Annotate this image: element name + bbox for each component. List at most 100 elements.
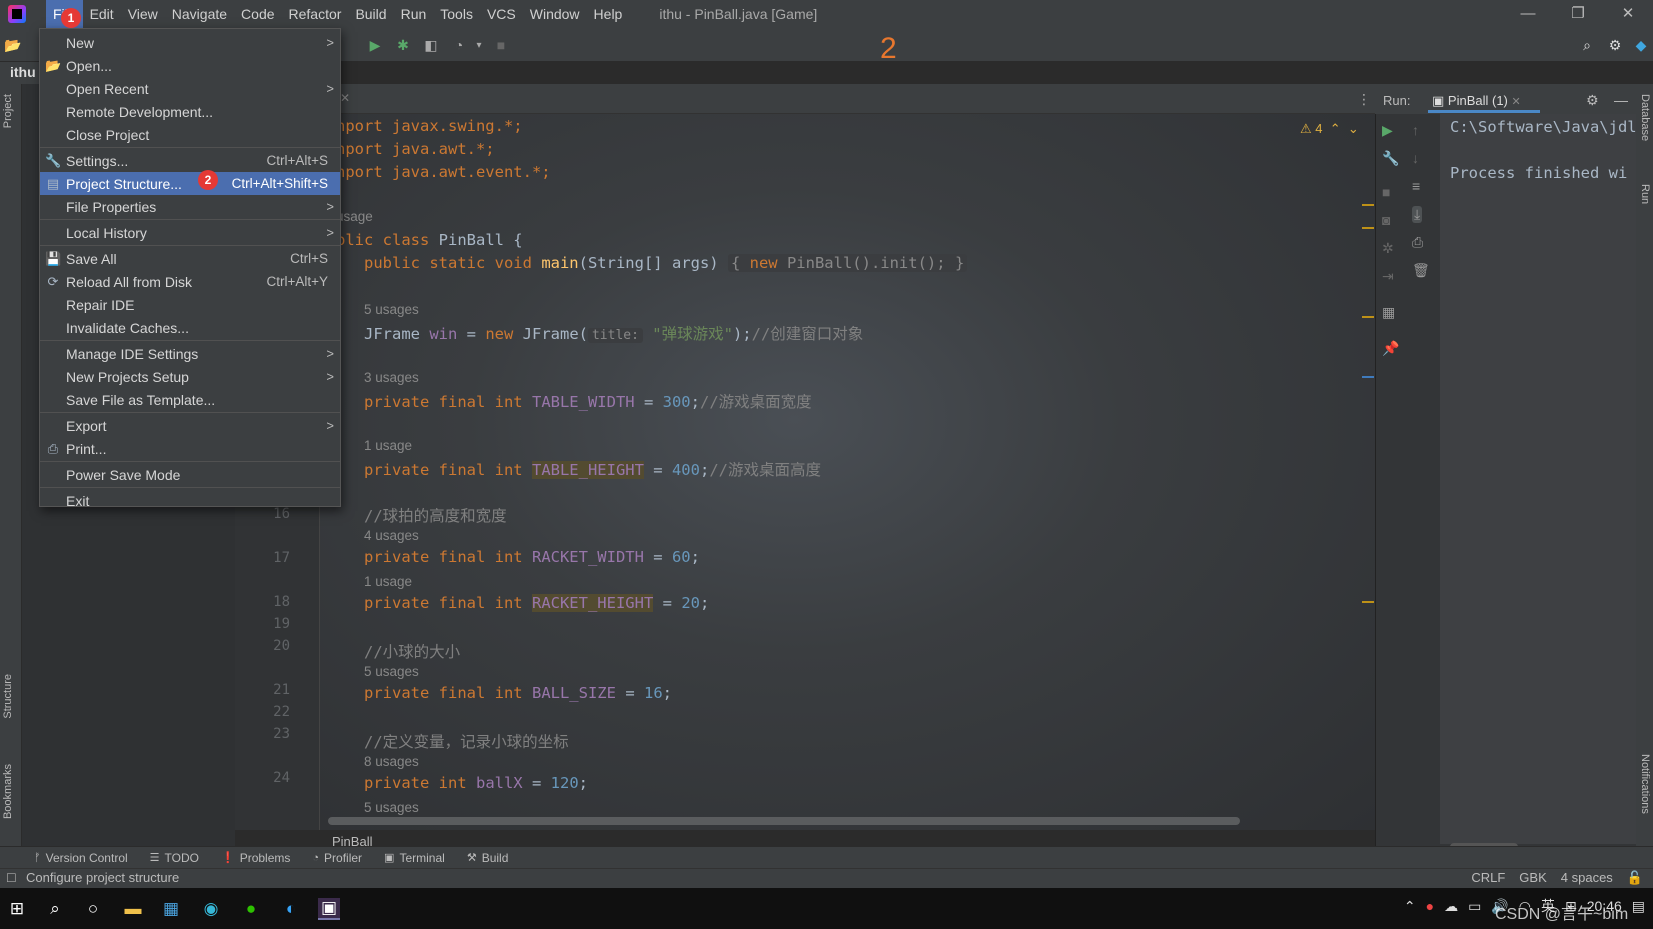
menu-item-new-projects-setup[interactable]: New Projects Setup > bbox=[40, 365, 340, 388]
usage-hint[interactable]: 5 usages bbox=[364, 302, 419, 317]
print-console-icon[interactable]: ⎙ bbox=[1412, 234, 1423, 251]
usage-hint[interactable]: 1 usage bbox=[364, 574, 412, 589]
scroll-up-icon[interactable]: ↑ bbox=[1412, 122, 1419, 138]
usage-hint[interactable]: 5 usages bbox=[364, 664, 419, 679]
notification-center-icon[interactable]: ▤ bbox=[1632, 898, 1645, 915]
windows-start-icon[interactable]: ⊞ bbox=[6, 898, 28, 920]
menu-item-export[interactable]: Export > bbox=[40, 414, 340, 437]
store-icon[interactable]: ▦ bbox=[160, 898, 182, 920]
tool-tab-database[interactable]: Database bbox=[1639, 94, 1651, 141]
search-everywhere-icon[interactable]: ⌕ bbox=[1578, 36, 1596, 54]
menu-item-save-all[interactable]: 💾 Save All Ctrl+S bbox=[40, 247, 340, 270]
usage-hint[interactable]: 4 usages bbox=[364, 528, 419, 543]
menu-item-reload-all[interactable]: ⟳ Reload All from Disk Ctrl+Alt+Y bbox=[40, 270, 340, 293]
scroll-down-icon[interactable]: ↓ bbox=[1412, 150, 1419, 166]
tray-app-icon[interactable]: ● bbox=[1426, 898, 1434, 914]
soft-wrap-icon[interactable]: ≡ bbox=[1412, 178, 1420, 194]
menu-item-new[interactable]: New > bbox=[40, 31, 340, 54]
run-hide-icon[interactable]: — bbox=[1614, 92, 1628, 108]
clear-all-trash-icon[interactable]: 🗑 bbox=[1412, 262, 1430, 279]
warning-stripe[interactable] bbox=[1362, 316, 1374, 318]
debug-icon[interactable]: ✱ bbox=[394, 36, 412, 54]
menu-run[interactable]: Run bbox=[394, 0, 434, 28]
usage-hint[interactable]: 3 usages bbox=[364, 370, 419, 385]
status-toggle-icon[interactable]: ☐ bbox=[6, 871, 17, 885]
project-name[interactable]: ithu bbox=[10, 64, 36, 80]
open-folder-icon[interactable]: 📂 bbox=[4, 36, 22, 54]
info-stripe[interactable] bbox=[1362, 376, 1374, 378]
menu-item-local-history[interactable]: Local History > bbox=[40, 221, 340, 244]
menu-code[interactable]: Code bbox=[234, 0, 281, 28]
readonly-lock-icon[interactable]: 🔓 bbox=[1627, 870, 1643, 886]
intellij-logo-icon[interactable] bbox=[8, 5, 26, 23]
exit-icon[interactable]: ⇥ bbox=[1382, 268, 1394, 285]
more-run-chevron-icon[interactable]: ▾ bbox=[470, 36, 488, 54]
tool-tab-problems[interactable]: ❗ Problems bbox=[221, 851, 290, 865]
edit-config-wrench-icon[interactable]: 🔧 bbox=[1382, 150, 1399, 167]
menu-item-open-recent[interactable]: Open Recent > bbox=[40, 77, 340, 100]
menu-item-open[interactable]: 📂 Open... bbox=[40, 54, 340, 77]
tool-tab-structure[interactable]: Structure bbox=[2, 674, 14, 719]
tool-tab-terminal[interactable]: ▣ Terminal bbox=[384, 851, 445, 865]
scroll-to-end-icon[interactable]: ⤓ bbox=[1412, 206, 1423, 223]
wechat-icon[interactable]: ● bbox=[240, 898, 262, 920]
debug-stack-icon[interactable]: ✲ bbox=[1382, 240, 1394, 257]
tool-tab-project[interactable]: Project bbox=[2, 94, 14, 128]
layout-icon[interactable]: ▦ bbox=[1382, 304, 1395, 321]
menu-window[interactable]: Window bbox=[523, 0, 587, 28]
usage-hint[interactable]: 5 usages bbox=[364, 800, 419, 815]
stop-run-icon[interactable]: ■ bbox=[1382, 184, 1390, 200]
edge-icon[interactable]: ◉ bbox=[200, 898, 222, 920]
usage-hint[interactable]: usage bbox=[336, 209, 373, 224]
menu-item-exit[interactable]: Exit bbox=[40, 489, 340, 512]
line-separator-widget[interactable]: CRLF bbox=[1471, 870, 1505, 886]
run-icon[interactable]: ▶ bbox=[366, 36, 384, 54]
tool-tab-profiler[interactable]: ◔ Profiler bbox=[312, 851, 362, 865]
warning-count-badge[interactable]: ⚠ 4 ⌃ ⌄ bbox=[1300, 121, 1359, 137]
tool-tab-run[interactable]: Run bbox=[1639, 184, 1651, 204]
taskbar-search-icon[interactable]: ⌕ bbox=[44, 898, 66, 920]
battery-icon[interactable]: ▭ bbox=[1468, 898, 1481, 915]
cortana-icon[interactable]: ○ bbox=[82, 898, 104, 920]
menu-item-print[interactable]: ⎙ Print... bbox=[40, 437, 340, 460]
onedrive-icon[interactable]: ☁ bbox=[1444, 898, 1458, 915]
run-console[interactable] bbox=[1440, 114, 1636, 844]
profile-icon[interactable]: ◔ bbox=[450, 36, 468, 54]
menu-item-settings[interactable]: 🔧 Settings... Ctrl+Alt+S bbox=[40, 149, 340, 172]
ide-update-icon[interactable]: ◆ bbox=[1632, 36, 1650, 54]
encoding-widget[interactable]: GBK bbox=[1519, 870, 1546, 886]
menu-item-power-save-mode[interactable]: Power Save Mode bbox=[40, 463, 340, 486]
run-tab-pinball[interactable]: ▣ PinBall (1) ✕ bbox=[1432, 93, 1521, 109]
menu-item-close-project[interactable]: Close Project bbox=[40, 123, 340, 146]
more-tabs-icon[interactable]: ⋮ bbox=[1357, 91, 1371, 108]
menu-help[interactable]: Help bbox=[587, 0, 630, 28]
tray-overflow-icon[interactable]: ⌃ bbox=[1404, 898, 1416, 915]
usage-hint[interactable]: 8 usages bbox=[364, 754, 419, 769]
tool-tab-version-control[interactable]: ᚠ Version Control bbox=[34, 851, 128, 865]
code-editor[interactable] bbox=[320, 84, 1375, 830]
indent-widget[interactable]: 4 spaces bbox=[1561, 870, 1613, 886]
warning-stripe[interactable] bbox=[1362, 227, 1374, 229]
menu-refactor[interactable]: Refactor bbox=[282, 0, 349, 28]
menu-build[interactable]: Build bbox=[348, 0, 393, 28]
tool-tab-build[interactable]: ⚒ Build bbox=[467, 851, 509, 865]
tool-tab-todo[interactable]: ☰ TODO bbox=[150, 851, 199, 865]
rerun-icon[interactable]: ▶ bbox=[1382, 122, 1393, 139]
menu-item-repair-ide[interactable]: Repair IDE bbox=[40, 293, 340, 316]
menu-item-manage-ide-settings[interactable]: Manage IDE Settings > bbox=[40, 342, 340, 365]
menu-edit[interactable]: Edit bbox=[83, 0, 121, 28]
menu-item-save-file-as-template[interactable]: Save File as Template... bbox=[40, 388, 340, 411]
restore-icon[interactable]: ❐ bbox=[1553, 0, 1603, 28]
tab-close-icon[interactable]: ✕ bbox=[340, 91, 350, 105]
minimize-icon[interactable]: — bbox=[1503, 0, 1553, 28]
pin-icon[interactable]: 📌 bbox=[1382, 340, 1399, 357]
warning-stripe[interactable] bbox=[1362, 204, 1374, 206]
menu-view[interactable]: View bbox=[121, 0, 165, 28]
settings-gear-icon[interactable]: ⚙ bbox=[1606, 36, 1624, 54]
camera-icon[interactable]: ◙ bbox=[1382, 212, 1390, 228]
usage-hint[interactable]: 1 usage bbox=[364, 438, 412, 453]
tool-tab-notifications[interactable]: Notifications bbox=[1639, 754, 1651, 814]
menu-item-project-structure[interactable]: ▤ Project Structure... Ctrl+Alt+Shift+S bbox=[40, 172, 340, 195]
folded-block[interactable]: { new PinBall().init(); } bbox=[727, 254, 968, 272]
editor-horizontal-scrollbar[interactable] bbox=[328, 817, 1240, 825]
